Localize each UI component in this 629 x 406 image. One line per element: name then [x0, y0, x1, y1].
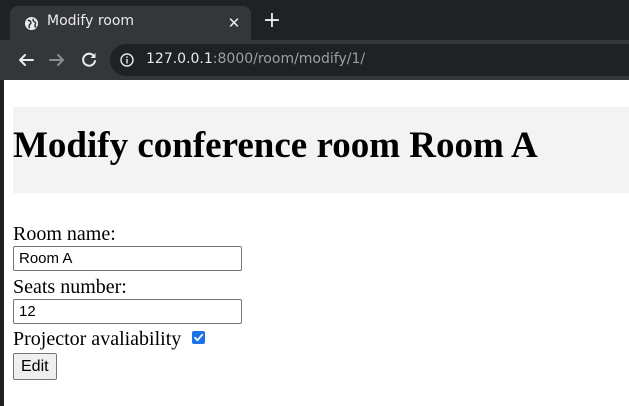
- reload-icon[interactable]: [79, 50, 99, 70]
- room-name-input[interactable]: [13, 246, 242, 271]
- url-text[interactable]: 127.0.0.1:8000/room/modify/1/: [146, 51, 365, 67]
- browser-toolbar: 127.0.0.1:8000/room/modify/1/: [0, 40, 629, 80]
- checkmark-icon: [194, 333, 204, 341]
- browser-tab[interactable]: Modify room ✕: [10, 6, 251, 40]
- projector-row: Projector avaliability: [13, 326, 242, 352]
- projector-checkbox[interactable]: [192, 330, 206, 344]
- address-bar[interactable]: 127.0.0.1:8000/room/modify/1/: [110, 44, 629, 76]
- seats-number-label: Seats number:: [13, 276, 127, 298]
- browser-chrome: Modify room ✕ + 127.0.0.1:8000/room/modi…: [0, 0, 629, 80]
- url-host: 127.0.0.1: [146, 51, 213, 67]
- url-path: :8000/room/modify/1/: [212, 51, 366, 67]
- window-edge: [0, 80, 4, 406]
- globe-icon: [24, 16, 39, 31]
- tab-title: Modify room: [47, 13, 135, 29]
- info-icon[interactable]: [120, 53, 134, 67]
- modify-room-form: Room name: Seats number: Projector avali…: [13, 222, 242, 380]
- close-tab-icon[interactable]: ✕: [225, 14, 243, 32]
- edit-button[interactable]: Edit: [13, 353, 57, 380]
- page-title: Modify conference room Room A: [13, 125, 538, 166]
- back-arrow-icon[interactable]: [16, 50, 36, 70]
- seats-number-input[interactable]: [13, 299, 242, 324]
- header-band: Modify conference room Room A: [13, 107, 629, 193]
- forward-arrow-icon[interactable]: [47, 50, 67, 70]
- projector-label: Projector avaliability: [13, 328, 182, 350]
- new-tab-button[interactable]: +: [262, 10, 282, 32]
- page-content: Modify conference room Room A Room name:…: [0, 80, 629, 406]
- room-name-label: Room name:: [13, 223, 116, 245]
